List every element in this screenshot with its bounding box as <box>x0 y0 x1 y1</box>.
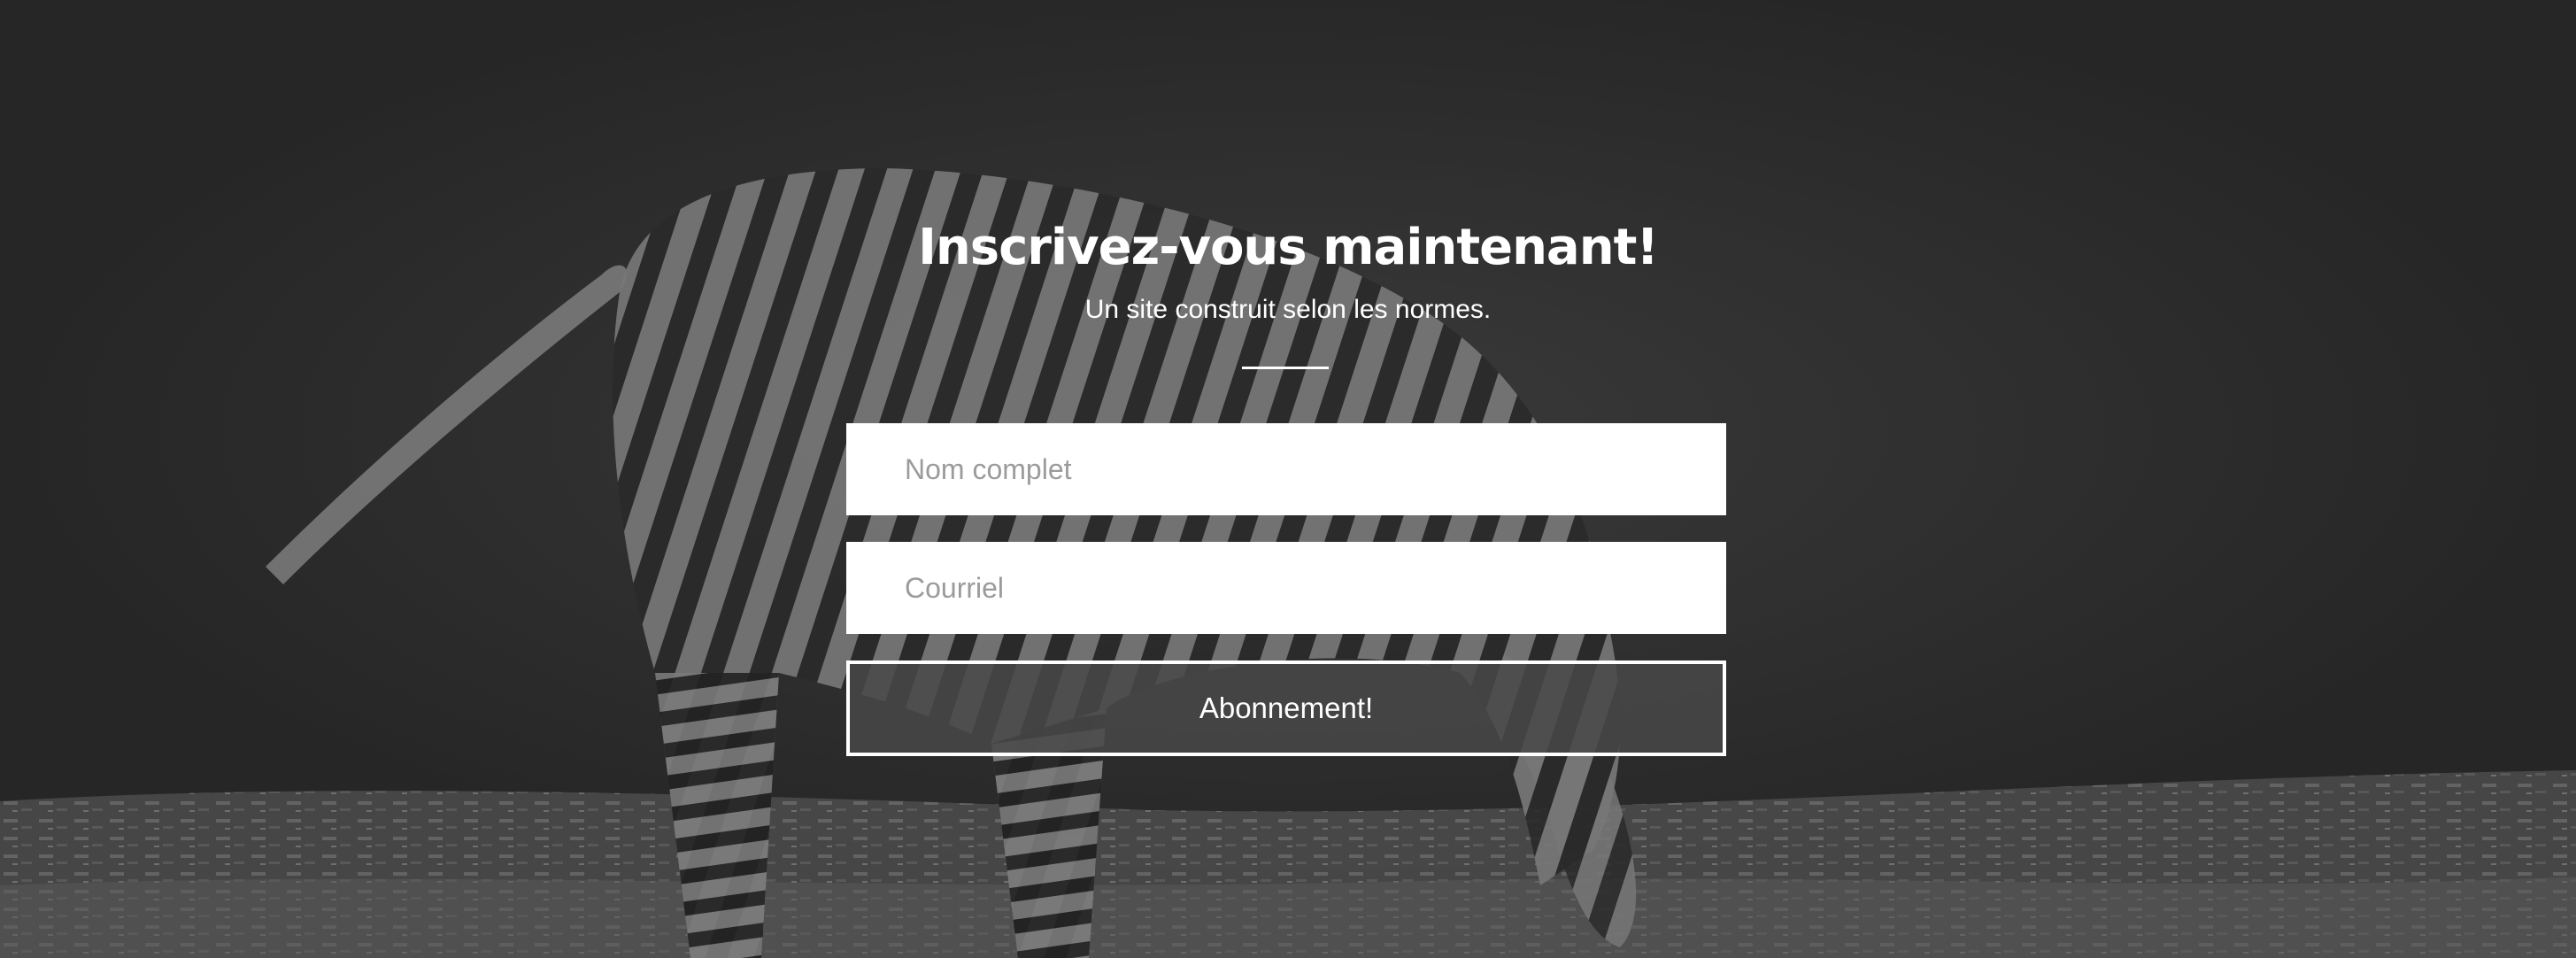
signup-panel: Inscrivez-vous maintenant! Un site const… <box>0 0 2576 958</box>
page-title: Inscrivez-vous maintenant! <box>918 219 1659 276</box>
title-divider <box>1242 367 1329 369</box>
full-name-input[interactable] <box>846 423 1726 515</box>
email-input[interactable] <box>846 542 1726 634</box>
page-subtitle: Un site construit selon les normes. <box>1084 295 1492 324</box>
subscribe-button[interactable]: Abonnement! <box>846 661 1726 756</box>
signup-hero: Inscrivez-vous maintenant! Un site const… <box>0 0 2576 958</box>
